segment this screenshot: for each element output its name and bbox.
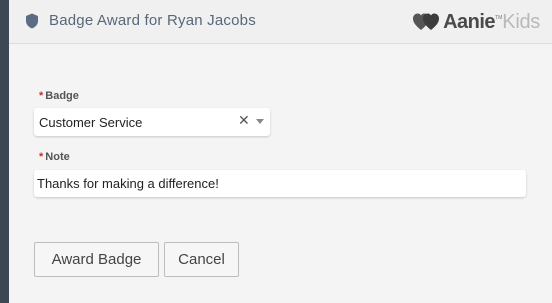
dialog-title: Badge Award for Ryan Jacobs <box>49 12 256 29</box>
background-window-edge <box>0 0 9 303</box>
note-input[interactable] <box>34 170 526 197</box>
badge-label-text: Badge <box>45 90 79 102</box>
note-label-text: Note <box>45 151 70 163</box>
badge-label: * Badge <box>39 90 79 102</box>
hearts-logo-icon <box>413 13 440 30</box>
badge-award-dialog: Badge Award for Ryan Jacobs Aanie TM Kid… <box>9 0 552 303</box>
dialog-header: Badge Award for Ryan Jacobs Aanie TM Kid… <box>9 0 552 44</box>
logo-text-aanie: Aanie <box>443 10 496 33</box>
required-marker: * <box>39 151 44 163</box>
chevron-down-icon[interactable] <box>256 119 264 124</box>
logo-trademark: TM <box>495 15 503 21</box>
shield-icon <box>26 13 38 29</box>
note-label: * Note <box>39 151 70 163</box>
aanie-kids-logo: Aanie TM Kids <box>412 9 540 35</box>
award-badge-button[interactable]: Award Badge <box>34 242 159 277</box>
logo-text-kids: Kids <box>502 10 540 33</box>
clear-icon[interactable]: ✕ <box>238 113 250 127</box>
cancel-button[interactable]: Cancel <box>164 242 239 277</box>
required-marker: * <box>39 90 44 102</box>
badge-select-value: Customer Service <box>39 115 143 130</box>
badge-select[interactable]: Customer Service ✕ <box>34 108 270 136</box>
